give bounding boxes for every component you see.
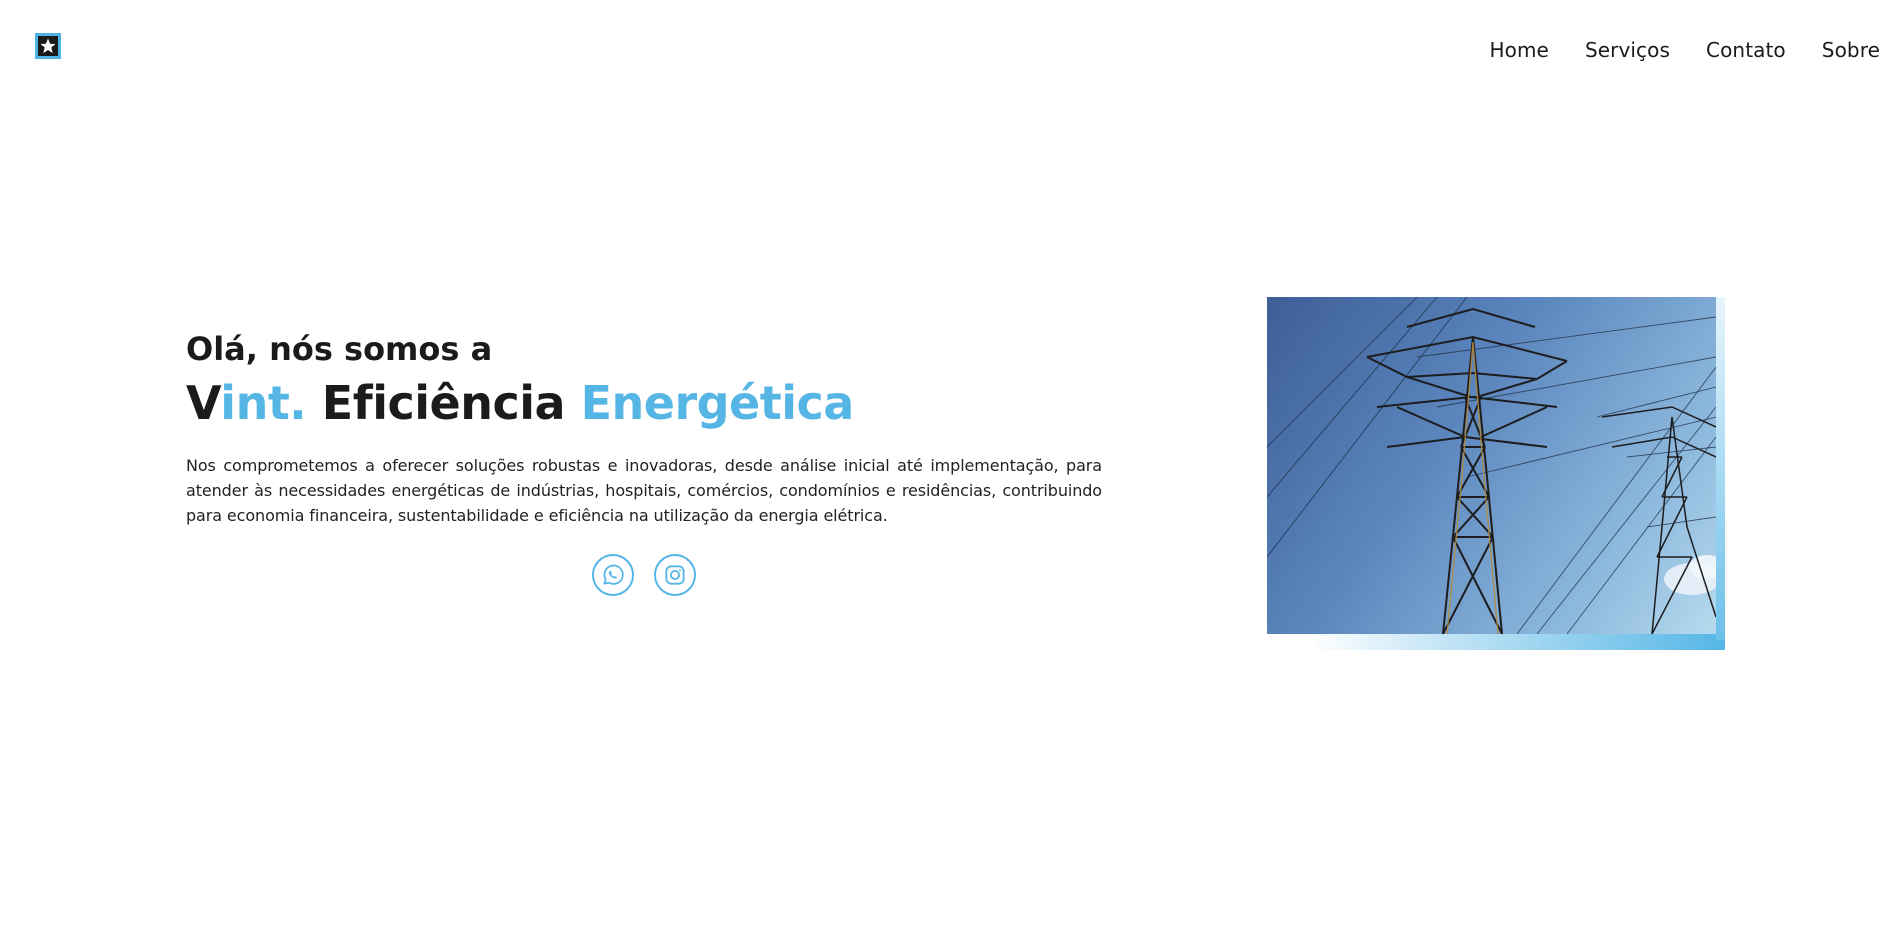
hero-headline: Vint. Eficiência Energética — [186, 373, 1102, 433]
logo-link[interactable] — [35, 33, 61, 59]
page: Home Serviços Contato Sobre Olá, nós som… — [0, 0, 1901, 939]
instagram-icon — [665, 565, 685, 585]
social-links — [186, 554, 1102, 596]
hero-text: Olá, nós somos a Vint. Eficiência Energé… — [186, 325, 1102, 596]
instagram-button[interactable] — [654, 554, 696, 596]
nav-sobre[interactable]: Sobre — [1822, 38, 1880, 62]
star-logo-icon — [40, 38, 56, 54]
headline-eficiencia: Eficiência — [321, 376, 566, 430]
main-nav: Home Serviços Contato Sobre — [1489, 38, 1880, 62]
headline-int: int. — [220, 376, 307, 430]
headline-energetica: Energética — [580, 376, 855, 430]
nav-servicos[interactable]: Serviços — [1585, 38, 1670, 62]
hero-image-transmission-towers — [1267, 297, 1716, 634]
image-accent-edge — [1716, 297, 1725, 640]
whatsapp-button[interactable] — [592, 554, 634, 596]
nav-home[interactable]: Home — [1489, 38, 1548, 62]
headline-v: V — [186, 376, 221, 430]
hero-description: Nos comprometemos a oferecer soluções ro… — [186, 456, 1102, 525]
hero-greeting: Olá, nós somos a — [186, 330, 493, 368]
transmission-towers-image — [1267, 297, 1716, 634]
whatsapp-icon — [603, 564, 624, 585]
nav-contato[interactable]: Contato — [1706, 38, 1786, 62]
hero-image-wrapper — [1267, 297, 1725, 650]
